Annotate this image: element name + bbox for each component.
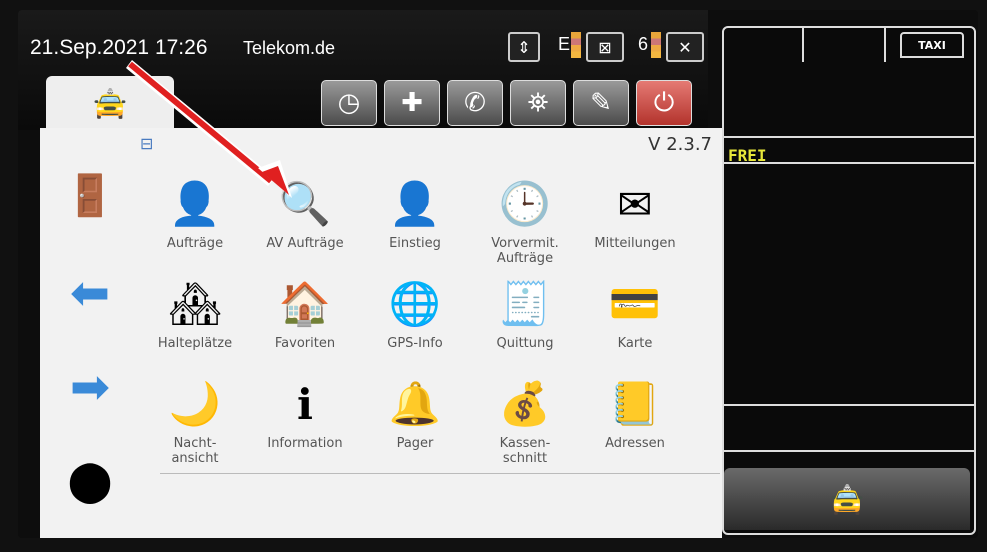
device-screen: 21.Sep.2021 17:26 Telekom.de ⇕ E ⊠ 6 ✕ 🚖… xyxy=(18,10,978,538)
menu-item-label: Karte xyxy=(617,336,653,351)
nachtansicht-icon: 🌙 xyxy=(168,379,222,428)
divider xyxy=(724,450,974,452)
battery-bars-icon xyxy=(651,32,661,58)
auftraege-icon: 👤 xyxy=(168,179,222,228)
kassenschnitt-icon: 💰 xyxy=(498,379,552,428)
compass-button[interactable]: ✚ xyxy=(384,80,440,126)
color-circles-icon: ⬤ xyxy=(67,458,113,504)
taxi-tab[interactable]: 🚖 xyxy=(46,76,174,130)
menu-item-label: Pager xyxy=(396,436,434,451)
tick xyxy=(884,28,886,62)
phone-icon: ✆ xyxy=(464,88,486,118)
forward-button[interactable]: ➡ xyxy=(60,359,120,415)
menu-item-mitteilungen[interactable]: ✉ Mitteilungen xyxy=(580,174,690,252)
taxi-label: TAXI xyxy=(918,38,946,52)
compass-icon: ✚ xyxy=(401,88,423,118)
tick xyxy=(802,28,804,62)
power-button[interactable]: ⏻ xyxy=(636,80,692,126)
power-icon: ⏻ xyxy=(653,87,675,118)
pen-button[interactable]: ✎ xyxy=(573,80,629,126)
menu-item-label: Quittung xyxy=(496,336,554,351)
menu-item-label: Information xyxy=(267,436,343,451)
exit-door-icon: 🚪 xyxy=(65,172,115,219)
menu-item-auftraege[interactable]: 👤 Aufträge xyxy=(140,174,250,251)
menu-item-label: Mitteilungen xyxy=(594,236,676,251)
datetime-label: 21.Sep.2021 17:26 xyxy=(30,36,208,59)
taxi-car-icon: 🚖 xyxy=(92,86,128,120)
divider xyxy=(724,404,974,406)
mitteilungen-icon: ✉ xyxy=(617,179,653,229)
taxi-car-button[interactable]: 🚖 xyxy=(724,468,970,530)
menu-item-label: GPS-Info xyxy=(387,336,443,351)
menu-item-label: Einstieg xyxy=(389,236,441,251)
clock-icon: ◷ xyxy=(337,88,361,118)
favoriten-icon: 🏠 xyxy=(278,279,332,328)
satellite-icon: ⛯ xyxy=(527,87,549,118)
pen-icon: ✎ xyxy=(590,88,612,118)
arrow-right-icon: ➡ xyxy=(69,359,111,415)
taxi-sign: TAXI xyxy=(900,32,964,58)
menu-item-label: Adressen xyxy=(605,436,665,451)
count-label: 6 xyxy=(638,34,649,54)
phone-button[interactable]: ✆ xyxy=(447,80,503,126)
vorvermit-auftraege-icon: 🕒 xyxy=(498,179,552,228)
main-menu-panel: ⊟ V 2.3.7 🚪 ⬅ ➡ ⬤ 👤 Aufträge 🔍 AV Aufträge 👤… xyxy=(40,128,722,538)
colors-button[interactable]: ⬤ xyxy=(60,456,120,506)
divider xyxy=(160,473,720,474)
menu-item-quittung[interactable]: 🧾 Quittung xyxy=(470,274,580,351)
menu-item-gps-info[interactable]: 🌐 GPS-Info xyxy=(360,274,470,351)
divider xyxy=(724,136,974,138)
exit-button[interactable]: 🚪 xyxy=(60,170,120,220)
satellite-status-icon: ✕ xyxy=(666,32,704,62)
menu-item-label: Nacht- ansicht xyxy=(171,436,219,466)
menu-item-label: Aufträge xyxy=(166,236,224,251)
gps-status-icon: ⇕ xyxy=(508,32,540,62)
status-bar: 21.Sep.2021 17:26 Telekom.de ⇕ E ⊠ 6 ✕ 🚖… xyxy=(18,10,708,130)
menu-item-halteplaetze[interactable]: 🏘 Halteplätze xyxy=(140,274,250,351)
pager-icon: 🔔 xyxy=(388,379,442,428)
karte-icon: 💳 xyxy=(608,279,662,328)
satellite-button[interactable]: ⛯ xyxy=(510,80,566,126)
av-auftraege-icon: 🔍 xyxy=(278,179,332,228)
menu-item-pager[interactable]: 🔔 Pager xyxy=(360,374,470,451)
no-satellite-icon: ⊠ xyxy=(586,32,624,62)
menu-item-label: Vorvermit. Aufträge xyxy=(491,236,559,266)
menu-item-adressen[interactable]: 📒 Adressen xyxy=(580,374,690,451)
einstieg-icon: 👤 xyxy=(388,179,442,228)
menu-item-vorvermit-auftraege[interactable]: 🕒 Vorvermit. Aufträge xyxy=(470,174,580,266)
car-icon: 🚖 xyxy=(829,482,865,516)
menu-item-nachtansicht[interactable]: 🌙 Nacht- ansicht xyxy=(140,374,250,466)
signal-bars-icon xyxy=(571,32,581,58)
back-button[interactable]: ⬅ xyxy=(60,265,120,321)
menu-item-karte[interactable]: 💳 Karte xyxy=(580,274,690,351)
gps-info-icon: 🌐 xyxy=(388,279,442,328)
menu-item-information[interactable]: ℹ Information xyxy=(250,374,360,452)
taxi-status-panel: TAXI FREI 🚖 xyxy=(722,26,976,535)
menu-item-einstieg[interactable]: 👤 Einstieg xyxy=(360,174,470,251)
halteplaetze-icon: 🏘 xyxy=(168,279,222,328)
divider xyxy=(724,162,974,164)
adressen-icon: 📒 xyxy=(608,379,662,428)
menu-item-label: Kassen- schnitt xyxy=(499,436,551,466)
information-icon: ℹ xyxy=(297,379,313,429)
clock-button[interactable]: ◷ xyxy=(321,80,377,126)
menu-item-label: Favoriten xyxy=(274,336,336,351)
operator-label: Telekom.de xyxy=(243,38,336,58)
gps-letter: E xyxy=(558,34,571,54)
arrow-left-icon: ⬅ xyxy=(69,265,111,321)
menu-item-kassenschnitt[interactable]: 💰 Kassen- schnitt xyxy=(470,374,580,466)
menu-item-av-auftraege[interactable]: 🔍 AV Aufträge xyxy=(250,174,360,251)
menu-item-label: AV Aufträge xyxy=(266,236,344,251)
quittung-icon: 🧾 xyxy=(498,279,552,328)
menu-item-favoriten[interactable]: 🏠 Favoriten xyxy=(250,274,360,351)
network-icon: ⊟ xyxy=(140,134,154,153)
version-label: V 2.3.7 xyxy=(648,134,712,155)
menu-item-label: Halteplätze xyxy=(157,336,233,351)
